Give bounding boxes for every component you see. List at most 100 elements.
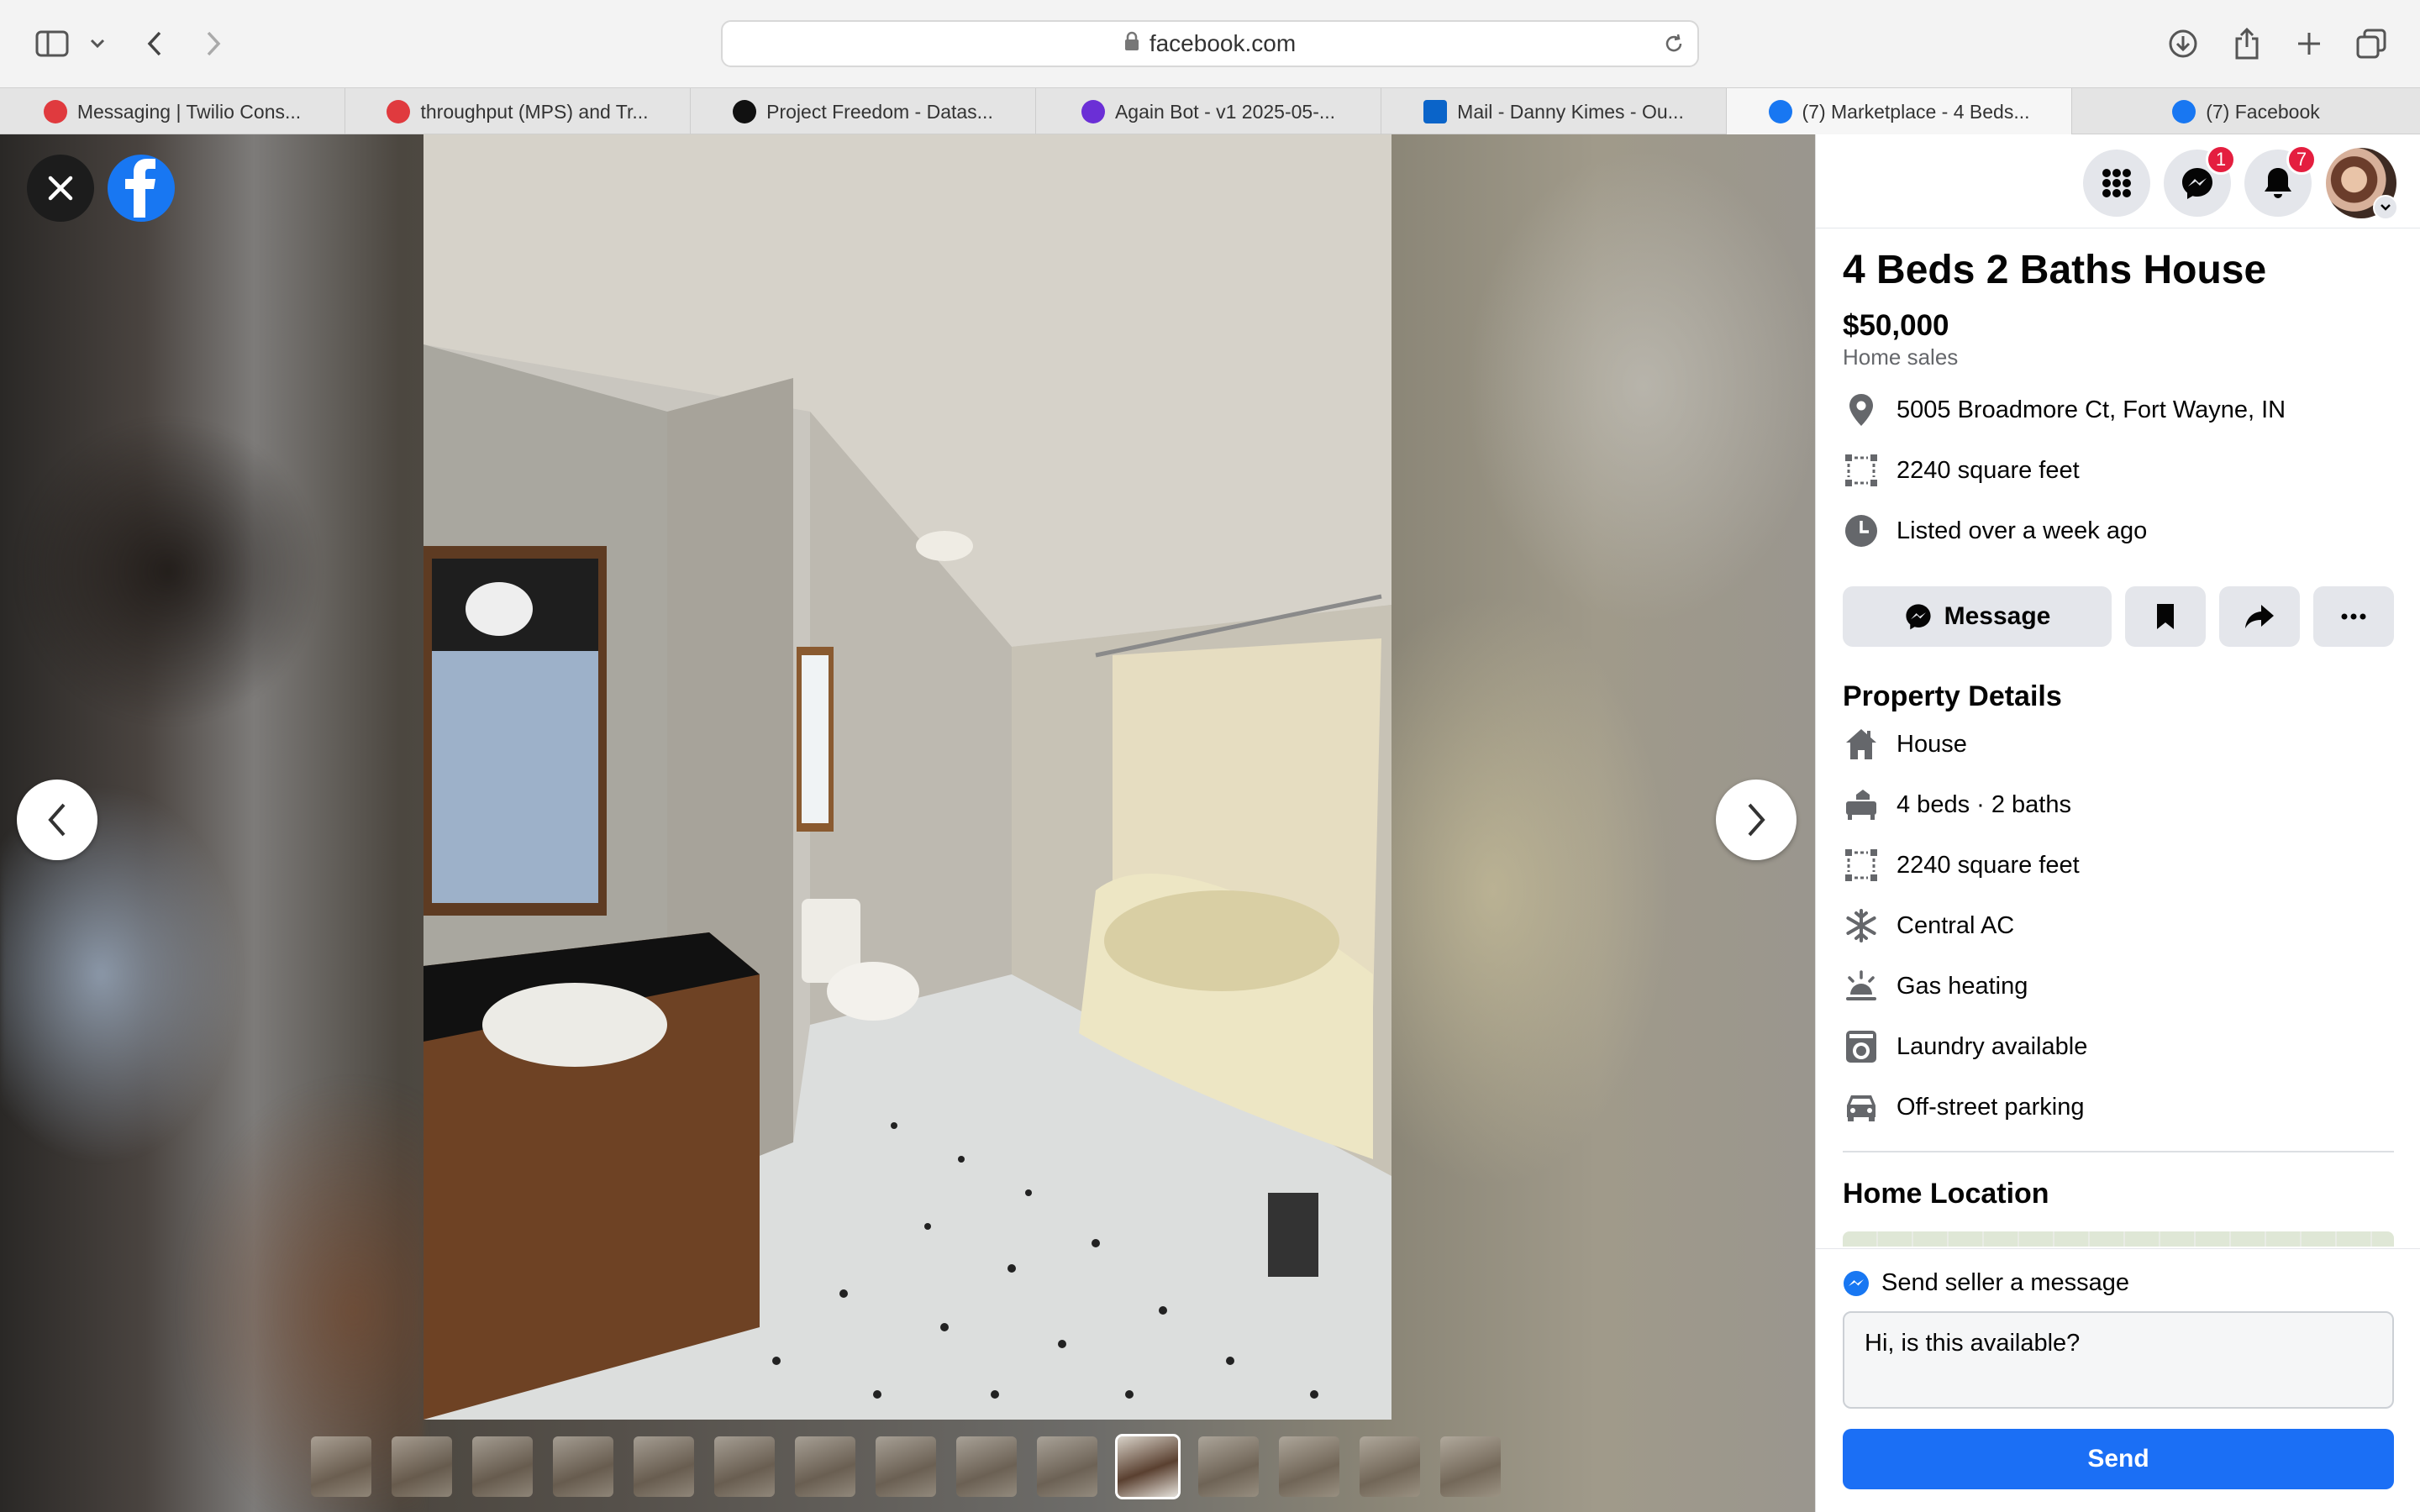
photo-thumbnail[interactable] — [472, 1436, 533, 1497]
listing-area: 2240 square feet — [1897, 456, 2080, 484]
tab-project-freedom[interactable]: Project Freedom - Datas... — [691, 88, 1036, 135]
listing-category[interactable]: Home sales — [1843, 344, 1958, 370]
address-row: 5005 Broadmore Ct, Fort Wayne, IN — [1843, 391, 2286, 428]
facebook-favicon-icon — [1768, 100, 1792, 123]
detail-row-heating: Gas heating — [1843, 968, 2028, 1005]
detail-row-laundry: Laundry available — [1843, 1028, 2087, 1065]
notifications-button[interactable]: 7 — [2244, 144, 2317, 217]
twilio-favicon-icon — [387, 100, 411, 123]
share-icon[interactable] — [2228, 25, 2265, 62]
detail-row-rooms: 4 beds · 2 baths — [1843, 786, 2071, 823]
reload-icon[interactable] — [1662, 32, 1686, 61]
house-icon — [1843, 726, 1880, 763]
car-icon — [1843, 1089, 1880, 1126]
tab-throughput[interactable]: throughput (MPS) and Tr... — [345, 88, 691, 135]
photo-thumbnail-selected[interactable] — [1115, 1434, 1181, 1499]
back-icon[interactable] — [136, 25, 173, 62]
send-seller-message-label: Send seller a message — [1881, 1269, 2129, 1296]
bookmark-icon — [2157, 604, 2174, 629]
tab-overview-icon[interactable] — [2353, 25, 2390, 62]
address-bar[interactable]: facebook.com — [721, 20, 1699, 67]
listing-panel: 1 7 4 Beds 2 Baths House $50,000 Home sa… — [1815, 134, 2420, 1512]
twilio-favicon-icon — [43, 100, 67, 123]
new-tab-icon[interactable] — [2291, 25, 2328, 62]
message-button[interactable]: Message — [1843, 586, 2112, 647]
message-input[interactable]: Hi, is this available? — [1843, 1311, 2394, 1409]
tab-bar: Messaging | Twilio Cons... throughput (M… — [0, 87, 2420, 135]
tab-facebook[interactable]: (7) Facebook — [2072, 88, 2420, 135]
photo-thumbnail[interactable] — [392, 1436, 452, 1497]
chevron-right-icon — [1748, 803, 1765, 837]
photo-thumbnail[interactable] — [634, 1436, 694, 1497]
outlook-favicon-icon — [1423, 100, 1448, 123]
section-divider — [1843, 1151, 2394, 1152]
tab-mail[interactable]: Mail - Danny Kimes - Ou... — [1381, 88, 1727, 135]
photo-thumbnail[interactable] — [876, 1436, 936, 1497]
profile-avatar[interactable] — [2326, 148, 2398, 220]
facebook-favicon-icon — [2172, 100, 2196, 123]
photo-thumbnail[interactable] — [714, 1436, 775, 1497]
close-icon — [48, 176, 73, 201]
listing-actions: Message — [1843, 586, 2394, 647]
property-details-heading: Property Details — [1843, 680, 2062, 712]
notifications-badge: 7 — [2286, 144, 2317, 175]
grid-menu-icon — [2102, 169, 2131, 197]
tab-again-bot[interactable]: Again Bot - v1 2025-05-... — [1036, 88, 1381, 135]
tab-label: Again Bot - v1 2025-05-... — [1114, 100, 1336, 123]
photo-thumbnail[interactable] — [311, 1436, 371, 1497]
tab-label: throughput (MPS) and Tr... — [420, 100, 649, 123]
bell-icon — [2265, 168, 2291, 198]
photo-thumbnail[interactable] — [1279, 1436, 1339, 1497]
photo-thumbnail[interactable] — [956, 1436, 1017, 1497]
photo-viewer — [0, 134, 1815, 1512]
url-text: facebook.com — [1149, 30, 1297, 56]
chevron-left-icon — [48, 803, 66, 837]
listing-address: 5005 Broadmore Ct, Fort Wayne, IN — [1897, 396, 2286, 423]
menu-button[interactable] — [2083, 150, 2150, 217]
detail-label: 4 beds · 2 baths — [1897, 790, 2071, 818]
messenger-icon — [1844, 1270, 1869, 1296]
detail-row-type: House — [1843, 726, 1967, 763]
location-map[interactable] — [1843, 1231, 2394, 1247]
next-photo-button[interactable] — [1716, 780, 1797, 860]
facebook-f-icon — [125, 159, 155, 218]
photo-thumbnail[interactable] — [553, 1436, 613, 1497]
chevron-down-icon[interactable] — [81, 25, 114, 62]
tab-label: (7) Marketplace - 4 Beds... — [1802, 100, 2030, 123]
tab-marketplace[interactable]: (7) Marketplace - 4 Beds... — [1727, 88, 2072, 135]
tab-label: (7) Facebook — [2206, 100, 2320, 123]
photo-thumbnail[interactable] — [1198, 1436, 1259, 1497]
save-button[interactable] — [2125, 586, 2206, 647]
photo-thumbnail[interactable] — [1440, 1436, 1501, 1497]
sidebar-toggle-icon[interactable] — [34, 25, 71, 62]
photo-thumbnail[interactable] — [1360, 1436, 1420, 1497]
detail-label: 2240 square feet — [1897, 851, 2080, 879]
detail-label: Off-street parking — [1897, 1093, 2085, 1121]
close-viewer-button[interactable] — [27, 155, 94, 222]
seller-message-box: Send seller a message Hi, is this availa… — [1816, 1248, 2420, 1512]
message-button-label: Message — [1944, 602, 2051, 630]
home-location-heading: Home Location — [1843, 1178, 2049, 1210]
tab-label: Messaging | Twilio Cons... — [76, 100, 302, 123]
downloads-icon[interactable] — [2165, 25, 2202, 62]
messenger-button[interactable]: 1 — [2164, 144, 2236, 217]
photo-thumbnail[interactable] — [795, 1436, 855, 1497]
lock-icon — [1124, 30, 1139, 57]
area-icon — [1843, 452, 1880, 489]
photo-thumbnail[interactable] — [1037, 1436, 1097, 1497]
more-options-button[interactable] — [2313, 586, 2394, 647]
listing-title: 4 Beds 2 Baths House — [1843, 248, 2267, 292]
panel-header: 1 7 — [1816, 134, 2420, 228]
facebook-logo[interactable] — [108, 155, 175, 222]
previous-photo-button[interactable] — [17, 780, 97, 860]
snowflake-icon — [1843, 907, 1880, 944]
messenger-badge: 1 — [2206, 144, 2236, 175]
listing-listed-time: Listed over a week ago — [1897, 517, 2148, 544]
browser-toolbar: facebook.com — [0, 0, 2420, 87]
share-button[interactable] — [2219, 586, 2300, 647]
bot-favicon-icon — [1081, 100, 1105, 123]
tab-twilio[interactable]: Messaging | Twilio Cons... — [0, 88, 345, 135]
forward-icon[interactable] — [195, 25, 232, 62]
detail-row-cooling: Central AC — [1843, 907, 2014, 944]
send-button[interactable]: Send — [1843, 1429, 2394, 1489]
